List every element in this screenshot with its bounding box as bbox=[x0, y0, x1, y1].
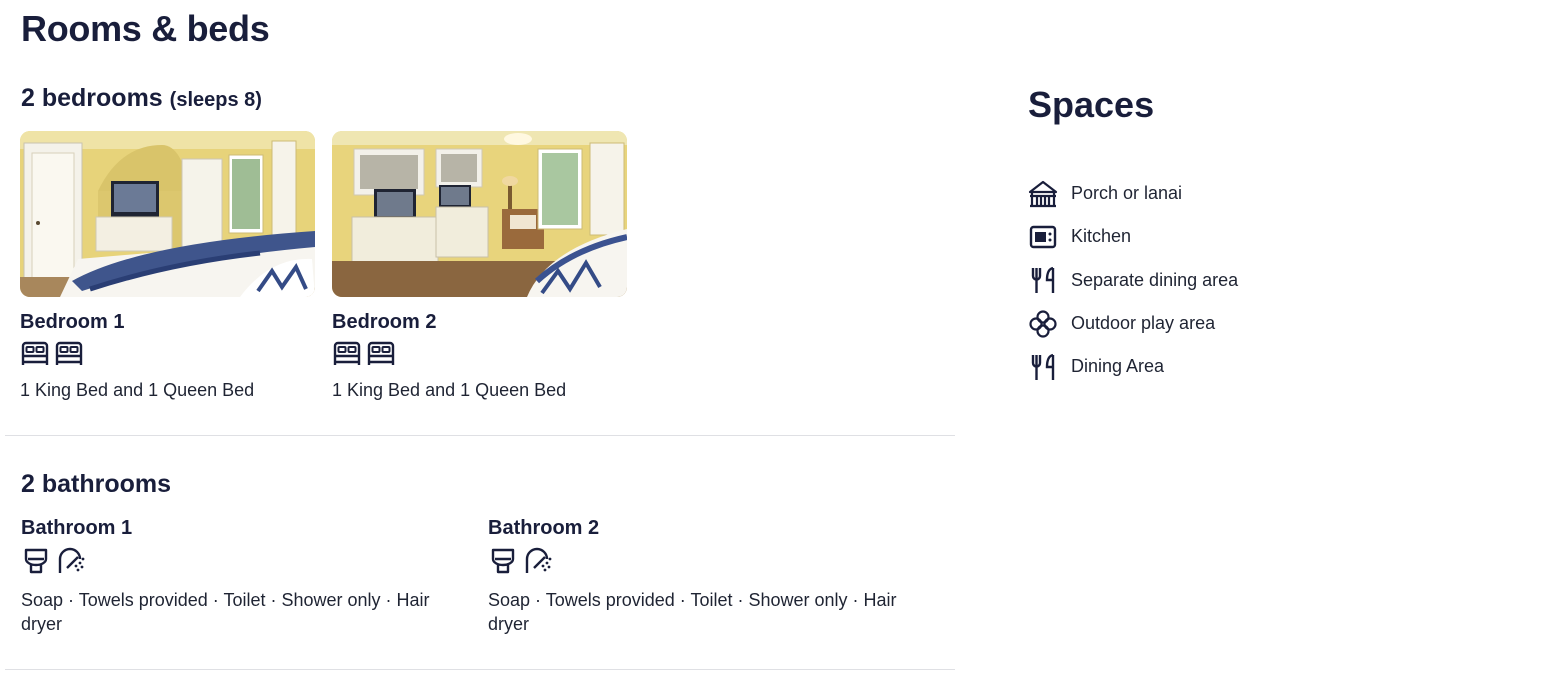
space-label: Kitchen bbox=[1071, 226, 1132, 247]
bedroom-1-beds: 1 King Bed and 1 Queen Bed bbox=[20, 380, 255, 400]
bed-icon bbox=[367, 341, 395, 365]
porch-icon bbox=[1028, 180, 1058, 207]
space-label: Dining Area bbox=[1071, 356, 1165, 377]
space-item-outdoor-play: Outdoor play area bbox=[1028, 302, 1238, 345]
space-item-porch: Porch or lanai bbox=[1028, 172, 1238, 215]
spaces-title: Spaces bbox=[1028, 84, 1155, 125]
bedroom-1-photo[interactable] bbox=[20, 131, 315, 297]
bed-icon bbox=[55, 341, 83, 365]
bedroom-2-bed-icons bbox=[332, 340, 627, 366]
bathroom-card-1: Bathroom 1 Soap · Towels provided · Toil… bbox=[21, 517, 461, 636]
bedrooms-heading: 2 bedrooms (sleeps 8) bbox=[21, 84, 262, 113]
space-item-separate-dining: Separate dining area bbox=[1028, 259, 1238, 302]
bathroom-1-amenities: Soap · Towels provided · Toilet · Shower… bbox=[21, 590, 430, 634]
bathroom-2-icons bbox=[488, 546, 928, 576]
bathroom-1-name: Bathroom 1 bbox=[21, 517, 133, 539]
kitchen-icon bbox=[1029, 225, 1057, 249]
space-item-kitchen: Kitchen bbox=[1028, 215, 1238, 258]
bathroom-1-icons bbox=[21, 546, 461, 576]
spaces-list: Porch or lanai Kitchen Separate dining a… bbox=[1028, 172, 1238, 388]
bathrooms-heading: 2 bathrooms bbox=[21, 470, 172, 498]
shower-icon bbox=[58, 547, 85, 573]
section-divider bbox=[5, 669, 955, 670]
toilet-icon bbox=[24, 548, 48, 574]
bedroom-1-bed-icons bbox=[20, 340, 315, 366]
toilet-icon bbox=[491, 548, 515, 574]
bathroom-card-2: Bathroom 2 Soap · Towels provided · Toil… bbox=[488, 517, 928, 636]
bed-icon bbox=[333, 341, 361, 365]
bathroom-2-name: Bathroom 2 bbox=[488, 517, 600, 539]
bedroom-2-name: Bedroom 2 bbox=[332, 311, 437, 333]
bedroom-card-2[interactable]: Bedroom 2 1 King Bed and 1 Queen Bed bbox=[332, 131, 627, 401]
bedroom-card-1[interactable]: Bedroom 1 1 King Bed and 1 Queen Bed bbox=[20, 131, 315, 401]
bedroom-1-name: Bedroom 1 bbox=[20, 311, 125, 333]
page-title: Rooms & beds bbox=[21, 8, 270, 49]
space-label: Separate dining area bbox=[1071, 269, 1239, 290]
dining-icon bbox=[1031, 353, 1055, 380]
space-label: Outdoor play area bbox=[1071, 313, 1216, 334]
bathroom-2-amenities: Soap · Towels provided · Toilet · Shower… bbox=[488, 590, 897, 634]
space-item-dining-area: Dining Area bbox=[1028, 345, 1238, 388]
bedroom-2-beds: 1 King Bed and 1 Queen Bed bbox=[332, 380, 567, 400]
sleeps-label: (sleeps 8) bbox=[169, 89, 262, 111]
play-area-icon bbox=[1029, 309, 1057, 338]
bedrooms-count: 2 bedrooms bbox=[21, 84, 163, 112]
dining-icon bbox=[1031, 267, 1055, 294]
bed-icon bbox=[21, 341, 49, 365]
space-label: Porch or lanai bbox=[1071, 183, 1183, 204]
section-divider bbox=[5, 435, 955, 436]
bedroom-2-photo[interactable] bbox=[332, 131, 627, 297]
shower-icon bbox=[525, 547, 552, 573]
